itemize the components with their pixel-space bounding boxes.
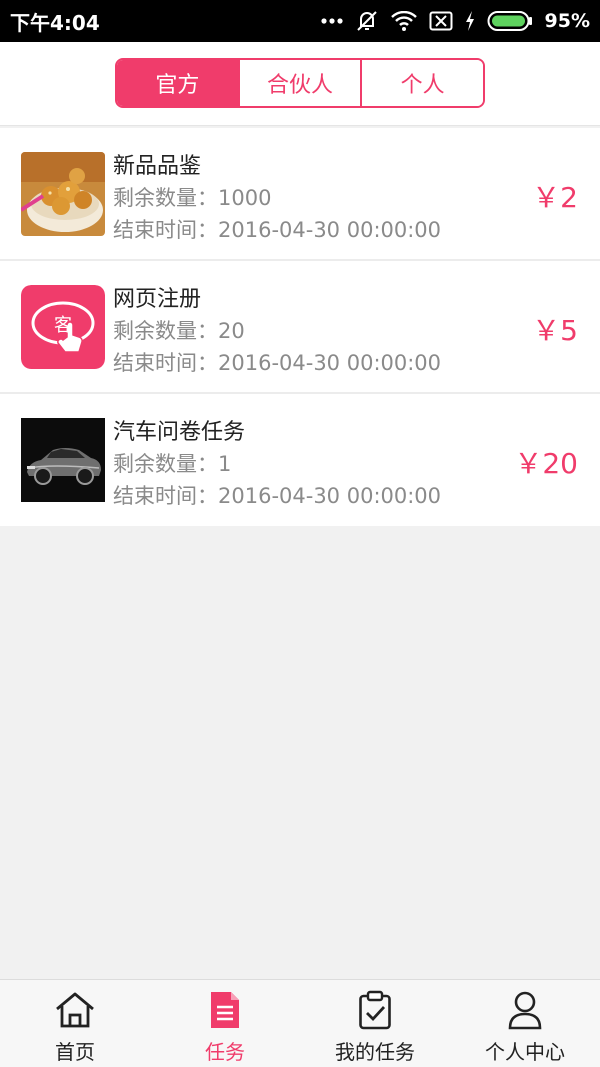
task-end-time: 结束时间：2016-04-30 00:00:00 bbox=[113, 218, 442, 242]
task-title: 网页注册 bbox=[113, 287, 202, 312]
tab-personal[interactable]: 个人 bbox=[362, 60, 483, 106]
category-tab-bar: 官方 合伙人 个人 bbox=[0, 42, 600, 126]
status-bar: 下午4:04 95% bbox=[0, 0, 600, 42]
nav-profile-label: 个人中心 bbox=[485, 1040, 565, 1064]
more-dots-icon bbox=[320, 18, 343, 24]
nav-my-tasks-label: 我的任务 bbox=[335, 1040, 415, 1064]
nav-profile[interactable]: 个人中心 bbox=[450, 980, 600, 1067]
food-image bbox=[21, 152, 105, 236]
nav-my-tasks[interactable]: 我的任务 bbox=[300, 980, 450, 1067]
car-image bbox=[21, 418, 105, 502]
task-price: ￥5 bbox=[532, 314, 578, 347]
battery-icon bbox=[487, 11, 532, 31]
app-logo-text: 客 bbox=[54, 315, 72, 336]
no-sim-icon bbox=[429, 11, 453, 31]
wifi-icon bbox=[390, 11, 417, 31]
task-row[interactable]: 新品品鉴 剩余数量：1000 结束时间：2016-04-30 00:00:00 … bbox=[0, 128, 600, 261]
status-time: 下午4:04 bbox=[10, 10, 100, 35]
document-icon bbox=[203, 988, 247, 1032]
status-icons: 95% bbox=[320, 9, 590, 33]
nav-home-label: 首页 bbox=[55, 1040, 95, 1064]
tab-official[interactable]: 官方 bbox=[117, 60, 240, 106]
battery-percent: 95% bbox=[544, 10, 590, 32]
task-remaining: 剩余数量：20 bbox=[113, 319, 245, 343]
task-end-time: 结束时间：2016-04-30 00:00:00 bbox=[113, 484, 442, 508]
charging-icon bbox=[465, 11, 474, 31]
task-list: 新品品鉴 剩余数量：1000 结束时间：2016-04-30 00:00:00 … bbox=[0, 128, 600, 526]
task-title: 新品品鉴 bbox=[113, 154, 202, 179]
person-icon bbox=[503, 988, 547, 1032]
nav-home[interactable]: 首页 bbox=[0, 980, 150, 1067]
bottom-nav: 首页 任务 我的任务 个人中心 bbox=[0, 979, 600, 1067]
clipboard-check-icon bbox=[353, 988, 397, 1032]
task-price: ￥20 bbox=[514, 447, 578, 480]
task-title: 汽车问卷任务 bbox=[113, 420, 246, 445]
task-row[interactable]: 客 网页注册 剩余数量：20 结束时间：2016-04-30 00:00:00 … bbox=[0, 261, 600, 394]
task-end-time: 结束时间：2016-04-30 00:00:00 bbox=[113, 351, 442, 375]
task-price: ￥2 bbox=[532, 181, 578, 214]
mute-vibrate-icon bbox=[356, 11, 377, 31]
app-logo-image: 客 bbox=[21, 285, 105, 369]
nav-tasks[interactable]: 任务 bbox=[150, 980, 300, 1067]
task-remaining: 剩余数量：1 bbox=[113, 452, 232, 476]
nav-tasks-label: 任务 bbox=[205, 1040, 245, 1064]
tab-partner[interactable]: 合伙人 bbox=[239, 60, 363, 106]
task-row[interactable]: 汽车问卷任务 剩余数量：1 结束时间：2016-04-30 00:00:00 ￥… bbox=[0, 394, 600, 526]
home-icon bbox=[53, 988, 97, 1032]
segmented-control: 官方 合伙人 个人 bbox=[115, 58, 485, 108]
task-remaining: 剩余数量：1000 bbox=[113, 186, 272, 210]
